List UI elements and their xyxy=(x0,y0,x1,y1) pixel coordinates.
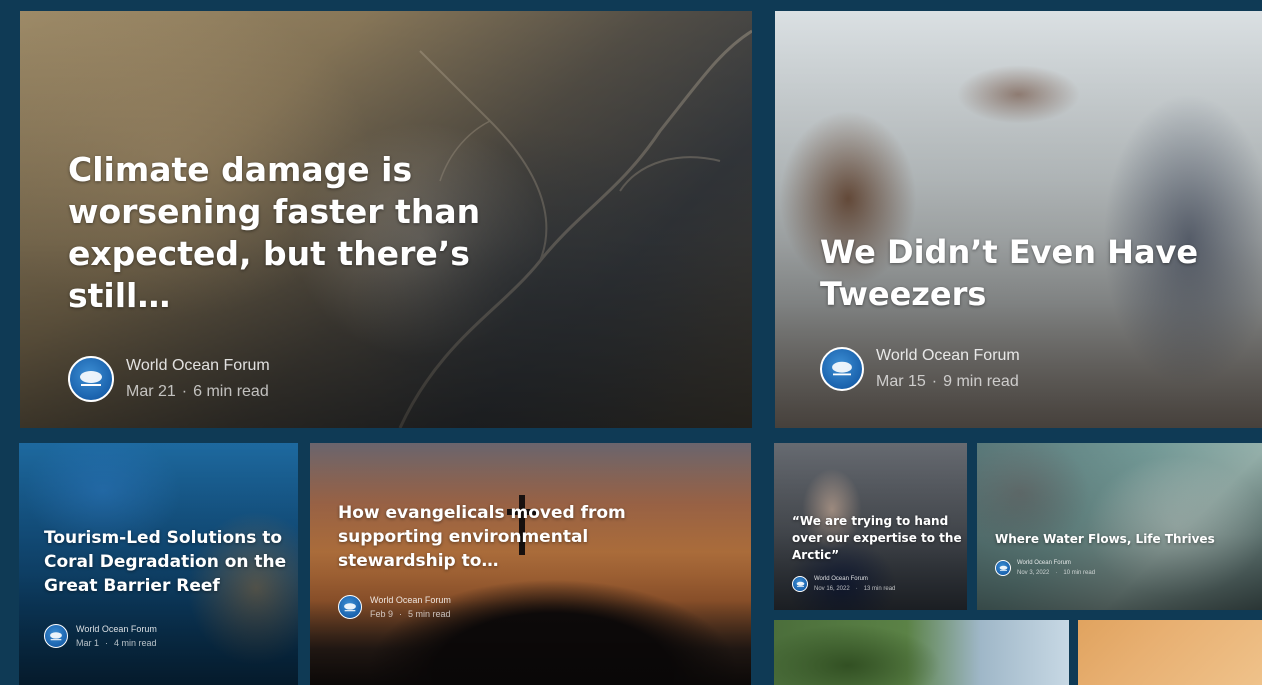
world-ocean-forum-logo-icon xyxy=(995,560,1011,576)
read-time: 10 min read xyxy=(1063,570,1096,576)
article-card-trees[interactable] xyxy=(774,620,1069,685)
meta-separator: · xyxy=(855,586,858,592)
article-meta: World Ocean Forum Mar 15 · 9 min read xyxy=(820,343,1240,395)
world-ocean-forum-logo-icon xyxy=(44,624,68,648)
meta-separator: · xyxy=(181,383,188,400)
read-time: 9 min read xyxy=(943,373,1019,390)
article-meta-text: World Ocean Forum Nov 16, 2022 · 13 min re… xyxy=(814,574,895,594)
publish-date: Mar 15 xyxy=(876,373,926,390)
article-title[interactable]: Where Water Flows, Life Thrives xyxy=(995,531,1215,548)
card-content: Climate damage is worsening faster than … xyxy=(68,149,488,405)
globe-mark xyxy=(80,371,102,386)
author-name[interactable]: World Ocean Forum xyxy=(76,622,157,636)
article-card-climate-damage[interactable]: Climate damage is worsening faster than … xyxy=(20,11,752,428)
card-content: How evangelicals moved from supporting e… xyxy=(338,501,638,621)
date-and-read-time: Nov 3, 2022 · 10 min read xyxy=(1017,568,1095,578)
article-card-water-flows[interactable]: Where Water Flows, Life Thrives World Oc… xyxy=(977,443,1262,610)
publish-date: Nov 16, 2022 xyxy=(814,586,850,592)
author-name[interactable]: World Ocean Forum xyxy=(370,593,451,607)
globe-mark xyxy=(832,361,852,376)
meta-separator: · xyxy=(105,638,109,648)
card-overlay xyxy=(977,443,1262,610)
read-time: 4 min read xyxy=(114,638,157,648)
publish-date: Feb 9 xyxy=(370,609,394,619)
world-ocean-forum-logo-icon xyxy=(820,347,864,391)
date-and-read-time: Nov 16, 2022 · 13 min read xyxy=(814,584,895,594)
article-card-coral[interactable]: Tourism-Led Solutions to Coral Degradati… xyxy=(19,443,298,685)
date-and-read-time: Mar 21 · 6 min read xyxy=(126,379,270,405)
article-meta-text: World Ocean Forum Mar 15 · 9 min read xyxy=(876,343,1020,395)
article-meta-text: World Ocean Forum Mar 1 · 4 min read xyxy=(76,622,157,650)
article-title[interactable]: How evangelicals moved from supporting e… xyxy=(338,501,638,573)
article-card-arctic[interactable]: “We are trying to hand over our expertis… xyxy=(774,443,967,610)
publish-date: Nov 3, 2022 xyxy=(1017,570,1050,576)
article-meta-text: World Ocean Forum Nov 3, 2022 · 10 min rea… xyxy=(1017,558,1095,578)
card-content: We Didn’t Even Have Tweezers World Ocean… xyxy=(820,231,1240,395)
article-meta: World Ocean Forum Nov 16, 2022 · 13 min re… xyxy=(792,574,962,594)
trees-image xyxy=(774,620,1069,685)
author-name[interactable]: World Ocean Forum xyxy=(814,574,895,584)
date-and-read-time: Mar 1 · 4 min read xyxy=(76,636,157,650)
globe-mark xyxy=(999,565,1007,571)
read-time: 6 min read xyxy=(193,383,269,400)
read-time: 5 min read xyxy=(408,609,451,619)
article-title[interactable]: Climate damage is worsening faster than … xyxy=(68,149,488,317)
article-title[interactable]: We Didn’t Even Have Tweezers xyxy=(820,231,1240,315)
date-and-read-time: Mar 15 · 9 min read xyxy=(876,369,1020,395)
article-grid: Climate damage is worsening faster than … xyxy=(0,0,1262,685)
publish-date: Mar 1 xyxy=(76,638,100,648)
globe-mark xyxy=(796,581,804,587)
date-and-read-time: Feb 9 · 5 min read xyxy=(370,607,451,621)
author-name[interactable]: World Ocean Forum xyxy=(1017,558,1095,568)
article-meta-text: World Ocean Forum Feb 9 · 5 min read xyxy=(370,593,451,621)
article-meta: World Ocean Forum Nov 3, 2022 · 10 min rea… xyxy=(995,558,1215,578)
globe-mark xyxy=(344,602,356,611)
publish-date: Mar 21 xyxy=(126,383,176,400)
card-content: Where Water Flows, Life Thrives World Oc… xyxy=(995,531,1215,578)
article-meta-text: World Ocean Forum Mar 21 · 6 min read xyxy=(126,353,270,405)
sunset-image xyxy=(1078,620,1262,685)
card-content: Tourism-Led Solutions to Coral Degradati… xyxy=(44,526,294,650)
meta-separator: · xyxy=(931,373,938,390)
meta-separator: · xyxy=(1055,570,1058,576)
world-ocean-forum-logo-icon xyxy=(792,576,808,592)
article-meta: World Ocean Forum Feb 9 · 5 min read xyxy=(338,593,638,621)
world-ocean-forum-logo-icon xyxy=(68,356,114,402)
read-time: 13 min read xyxy=(863,586,896,592)
globe-mark xyxy=(50,631,62,640)
author-name[interactable]: World Ocean Forum xyxy=(126,353,270,379)
article-meta: World Ocean Forum Mar 1 · 4 min read xyxy=(44,622,294,650)
article-card-evangelicals[interactable]: How evangelicals moved from supporting e… xyxy=(310,443,751,685)
author-name[interactable]: World Ocean Forum xyxy=(876,343,1020,369)
meta-separator: · xyxy=(399,609,403,619)
article-meta: World Ocean Forum Mar 21 · 6 min read xyxy=(68,353,488,405)
card-content: “We are trying to hand over our expertis… xyxy=(792,513,962,594)
world-ocean-forum-logo-icon xyxy=(338,595,362,619)
article-title[interactable]: Tourism-Led Solutions to Coral Degradati… xyxy=(44,526,294,598)
article-card-tweezers[interactable]: We Didn’t Even Have Tweezers World Ocean… xyxy=(775,11,1262,428)
article-card-sunset[interactable] xyxy=(1078,620,1262,685)
article-title[interactable]: “We are trying to hand over our expertis… xyxy=(792,513,962,564)
